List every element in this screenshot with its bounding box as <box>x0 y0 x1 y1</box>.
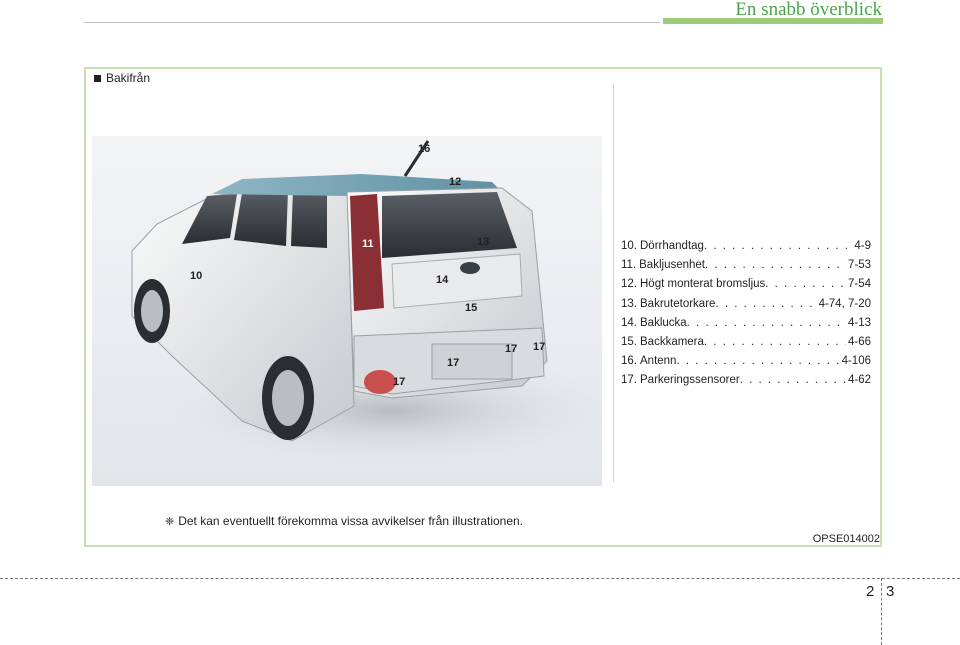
legend-item: 16.Antenn4-106 <box>621 352 871 371</box>
component-legend: 10.Dörrhandtag4-9 11.Bakljusenhet7-53 12… <box>621 237 871 391</box>
callout-17a: 17 <box>505 343 518 355</box>
section-title-text: Bakifrån <box>106 71 151 85</box>
callout-11: 11 <box>362 238 374 250</box>
legend-item: 15.Backkamera4-66 <box>621 333 871 352</box>
image-code: OPSE014002 <box>812 533 880 545</box>
page-number: 3 <box>886 583 895 600</box>
chapter-number: 2 <box>866 583 875 600</box>
square-bullet-icon <box>94 74 101 82</box>
callout-12: 12 <box>449 176 462 188</box>
illustration-note: ❈ Det kan eventuellt förekomma vissa avv… <box>165 514 523 528</box>
legend-item: 10.Dörrhandtag4-9 <box>621 237 871 256</box>
callout-17c: 17 <box>447 357 460 369</box>
callout-17b: 17 <box>533 341 546 353</box>
page-header-title: En snabb överblick <box>735 0 882 20</box>
callout-16: 16 <box>418 143 431 155</box>
callout-13: 13 <box>477 236 490 248</box>
legend-item: 13.Bakrutetorkare4-74, 7-20 <box>621 295 871 314</box>
callout-15: 15 <box>465 302 478 314</box>
callout-14: 14 <box>436 274 449 286</box>
note-text: Det kan eventuellt förekomma vissa avvik… <box>178 514 524 528</box>
legend-item: 12.Högt monterat bromsljus7-54 <box>621 275 871 294</box>
legend-item: 17.Parkeringssensorer4-62 <box>621 371 871 390</box>
legend-item: 11.Bakljusenhet7-53 <box>621 256 871 275</box>
column-divider <box>613 84 614 482</box>
car-rear-illustration <box>92 136 602 486</box>
header-rule <box>84 22 660 23</box>
section-title: Bakifrån <box>94 71 150 85</box>
asterisk-icon: ❈ <box>165 515 175 528</box>
footer-dashed-divider <box>881 578 882 645</box>
legend-item: 14.Baklucka4-13 <box>621 314 871 333</box>
footer-dashed-rule <box>0 578 960 579</box>
callout-17d: 17 <box>393 376 406 388</box>
callout-10: 10 <box>190 270 203 282</box>
